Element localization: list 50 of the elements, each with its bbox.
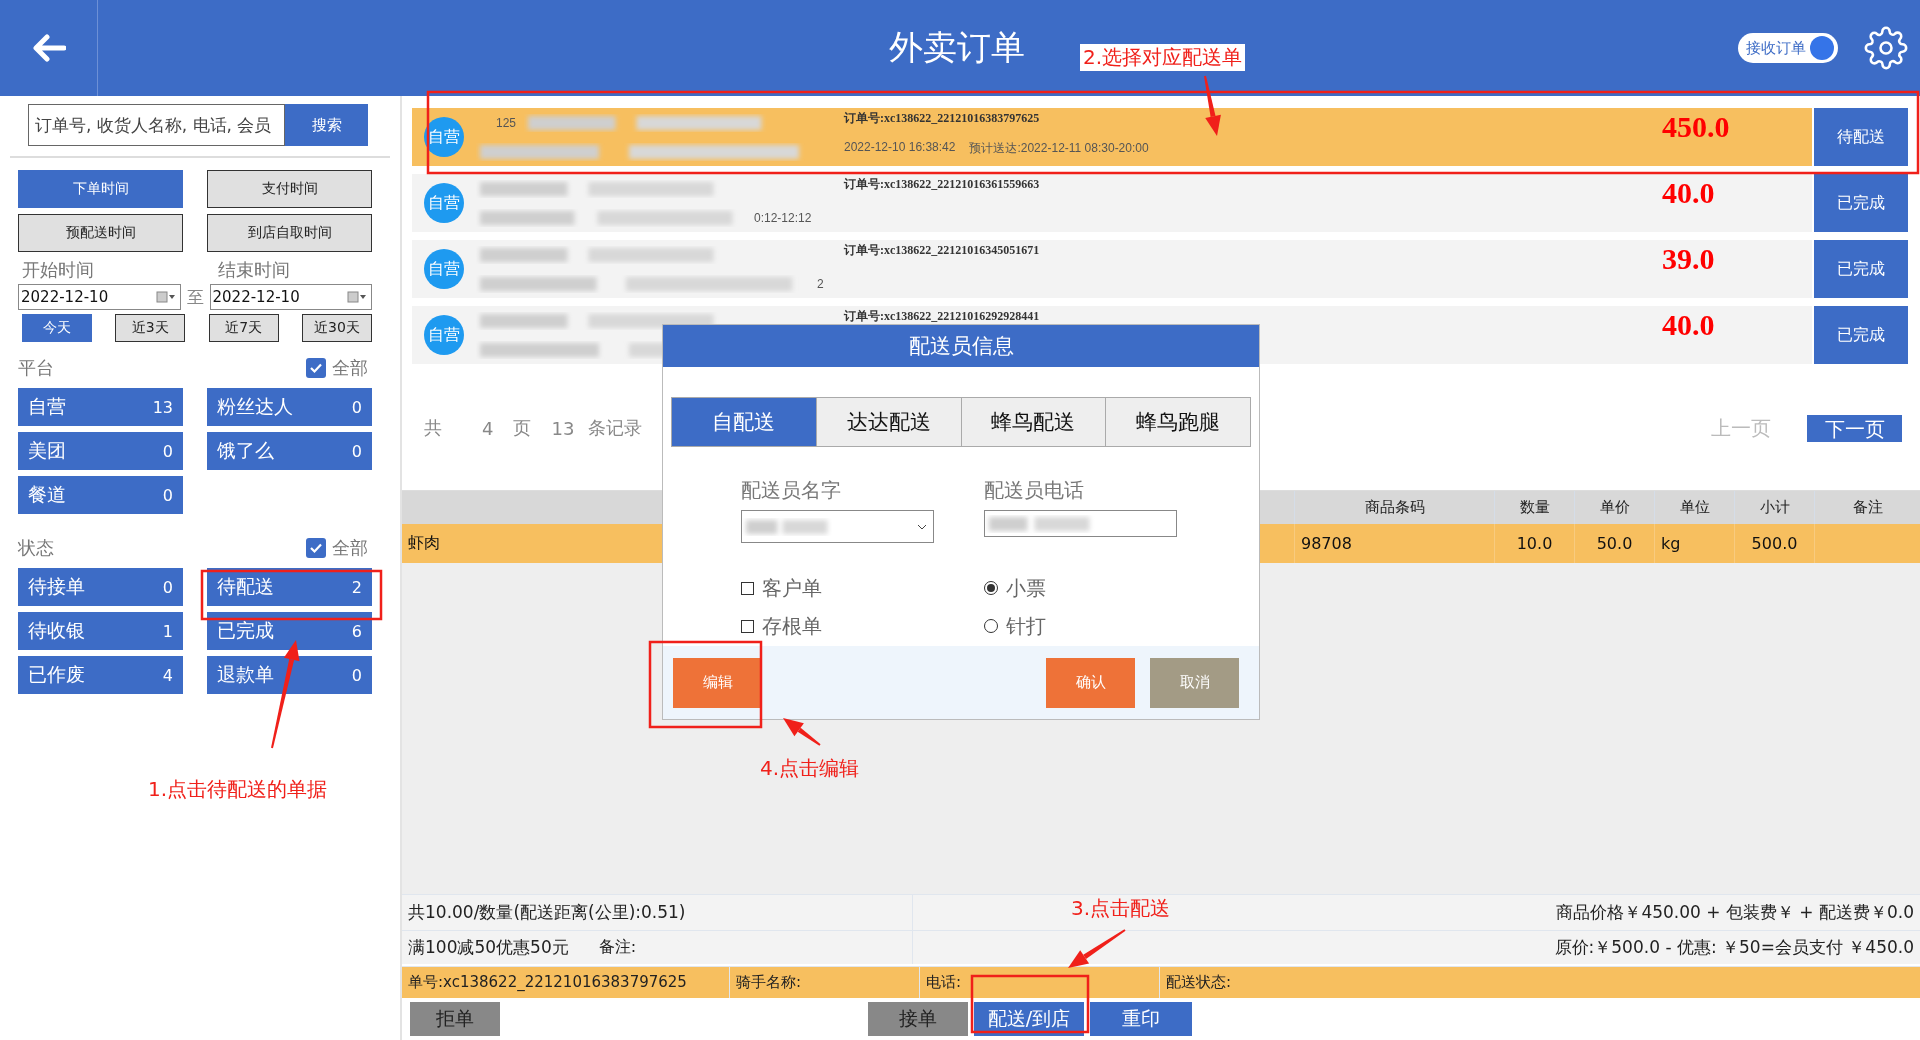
table-cell: 50.0 xyxy=(1574,524,1654,563)
table-cell: kg xyxy=(1654,524,1734,563)
order-amount: 450.0 xyxy=(1662,109,1731,145)
delivery-eta: 预计送达:2022-12-11 08:30-20:00 xyxy=(969,140,1149,157)
delivery-info: 单号:xc138622_22121016383797625 xyxy=(408,973,687,992)
page-title: 外卖订单 xyxy=(889,26,1025,69)
page-count: 4 xyxy=(482,417,494,439)
field-label: 配送员电话 xyxy=(984,477,1085,504)
annotation-text: 4.点击编辑 xyxy=(759,755,861,782)
field-label: 配送员名字 xyxy=(741,477,842,504)
platform-badge: 自营 xyxy=(424,117,464,157)
order-text: 0:12-12:12 xyxy=(754,210,812,225)
start-time-label: 开始时间 xyxy=(21,258,95,282)
order-text: 2 xyxy=(817,276,824,291)
order-amount: 39.0 xyxy=(1662,241,1716,277)
note-label: 备注: xyxy=(598,937,637,958)
platform-badge: 自营 xyxy=(424,183,464,223)
annotation-text: 2.选择对应配送单 xyxy=(1080,44,1246,71)
table-cell: 500.0 xyxy=(1734,524,1814,563)
date-separator: 至 xyxy=(186,285,204,309)
order-number: 订单号:xc138622_22121016361559663 xyxy=(844,176,1041,193)
delivery-info: 电话: xyxy=(926,973,962,992)
order-number: 订单号:xc138622_22121016383797625 xyxy=(844,110,1041,127)
pagination-text: 共 xyxy=(424,416,442,440)
summary-text: 满100减50优惠50元 xyxy=(408,936,569,959)
annotation-text: 1.点击待配送的单据 xyxy=(147,776,329,803)
order-number: 订单号:xc138622_22121016292928441 xyxy=(844,308,1041,325)
product-name: 虾肉 xyxy=(408,533,440,554)
platform-badge: 自营 xyxy=(424,315,464,355)
order-text: 125 xyxy=(496,115,517,130)
order-amount: 40.0 xyxy=(1662,175,1716,211)
price-summary: 商品价格￥450.00 + 包装费￥ + 配送费￥0.0 xyxy=(1556,901,1914,924)
pagination-text: 条记录 xyxy=(588,416,643,440)
platform-badge: 自营 xyxy=(424,249,464,289)
order-amount: 40.0 xyxy=(1662,307,1716,343)
summary-text: 共10.00/数量(配送距离(公里):0.51) xyxy=(408,901,686,924)
delivery-info: 配送状态: xyxy=(1166,973,1232,992)
table-cell: 98708 xyxy=(1294,524,1494,563)
price-summary: 原价:￥500.0 - 优惠: ￥50=会员支付 ￥450.0 xyxy=(1554,936,1914,959)
annotation-text: 3.点击配送 xyxy=(1070,895,1172,922)
order-time: 2022-12-10 16:38:42 xyxy=(844,140,956,156)
end-time-label: 结束时间 xyxy=(217,258,290,282)
platform-heading: 平台 xyxy=(18,356,54,380)
order-number: 订单号:xc138622_22121016345051671 xyxy=(844,242,1041,259)
dialog-title: 配送员信息 xyxy=(663,325,1259,367)
delivery-info: 骑手名称: xyxy=(736,973,802,992)
record-count: 13 xyxy=(551,417,575,439)
status-heading: 状态 xyxy=(18,536,54,560)
pagination-text: 页 xyxy=(513,416,532,440)
table-cell: 10.0 xyxy=(1494,524,1574,563)
